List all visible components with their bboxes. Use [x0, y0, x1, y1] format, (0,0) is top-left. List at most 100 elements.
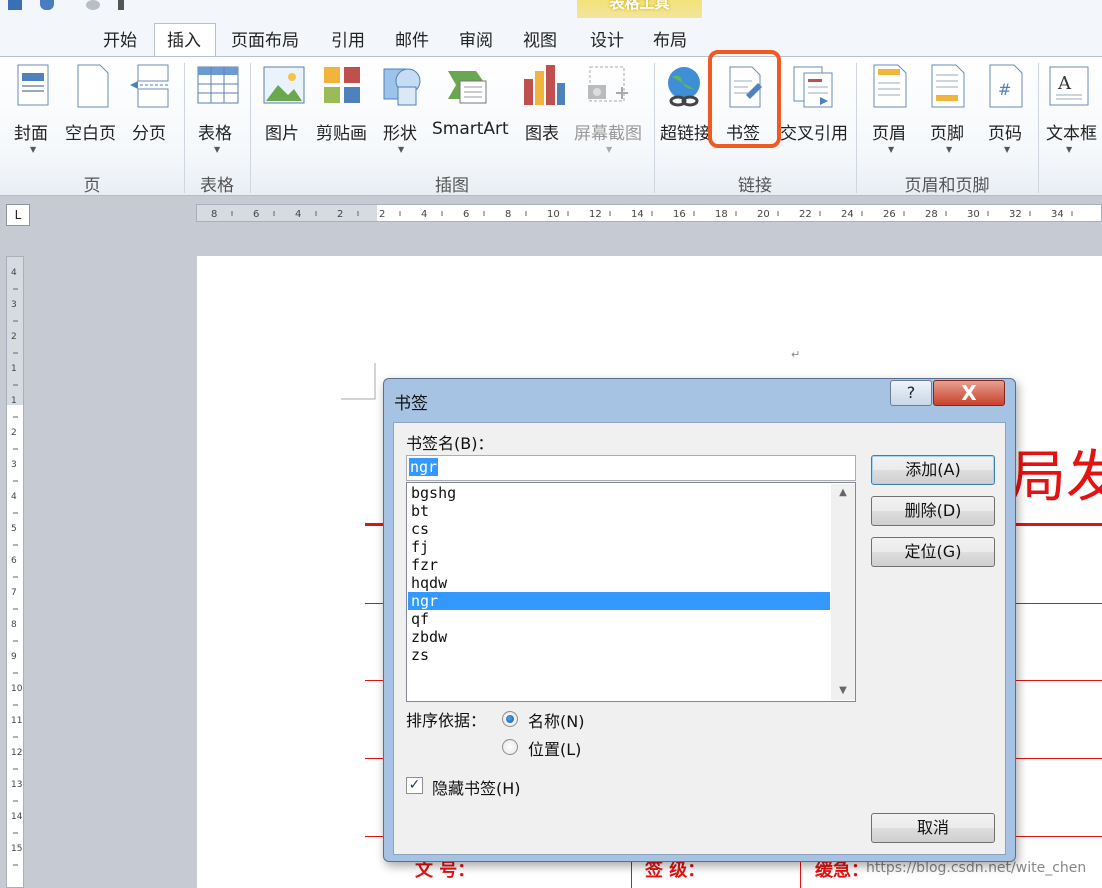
group-label-links: 链接: [738, 176, 772, 196]
sort-by-name-radio[interactable]: [502, 711, 518, 727]
ruler-tick-label: 18: [715, 209, 728, 220]
tab-insert[interactable]: 插入: [167, 26, 201, 51]
table-label: 表格: [198, 124, 232, 144]
ruler-tick-label: 12: [589, 209, 602, 220]
ribbon-tab-bar: 开始 插入 页面布局 引用 邮件 审阅 视图 设计 布局: [0, 18, 1102, 57]
group-separator: [1038, 63, 1039, 193]
red-rule: [1015, 680, 1102, 681]
hide-bookmarks-checkbox[interactable]: ✓: [406, 777, 423, 794]
page-break-icon: [128, 63, 172, 109]
document-title-fragment: 局发: [1010, 445, 1102, 510]
tab-mailings[interactable]: 邮件: [395, 26, 429, 51]
ruler-tick-label: 8: [11, 620, 17, 630]
redo-icon[interactable]: [86, 0, 100, 10]
delete-button[interactable]: 删除(D): [871, 496, 995, 526]
customize-qat-icon[interactable]: [118, 0, 124, 10]
clipart-label: 剪贴画: [316, 124, 367, 144]
bookmark-list-item[interactable]: bgshg: [408, 484, 830, 502]
svg-text:#: #: [998, 80, 1011, 99]
screenshot-label: 屏幕截图: [574, 124, 642, 144]
ruler-tick-label: 9: [11, 652, 17, 662]
chevron-down-icon: ▼: [1066, 145, 1073, 154]
tab-home[interactable]: 开始: [103, 26, 137, 51]
bookmark-list[interactable]: bgshg bt cs fj fzr hqdw ngr qf zbdw zs ▲ ▼: [406, 482, 856, 702]
ruler-tick-label: 8: [505, 209, 511, 220]
clipart-icon: [320, 63, 364, 109]
red-rule: [365, 836, 385, 837]
bookmark-list-item[interactable]: hqdw: [408, 574, 830, 592]
textbox-label: 文本框: [1046, 124, 1097, 144]
red-rule: [365, 523, 385, 526]
bookmark-name-input[interactable]: ngr: [406, 455, 856, 481]
sort-by-location-label[interactable]: 位置(L): [528, 736, 581, 760]
ruler-tick-label: 4: [421, 209, 427, 220]
ruler-tick-label: 28: [925, 209, 938, 220]
red-rule: [1015, 603, 1102, 604]
horizontal-ruler[interactable]: 8 6 4 2 2 4 6 8 10 12 14 16 18 20 22 24 26 28 30 32 34: [196, 204, 1102, 222]
ruler-tick-label: 20: [757, 209, 770, 220]
tab-design[interactable]: 设计: [590, 26, 624, 51]
ruler-tick-label: 11: [11, 716, 22, 726]
smartart-label: SmartArt: [432, 119, 509, 139]
group-label-illustrations: 插图: [435, 176, 469, 196]
vertical-ruler[interactable]: 4 3 2 1 1 2 3 4 5 6 7 8 9 10 11 12 13 14 15: [6, 256, 24, 888]
ruler-tick-label: 16: [673, 209, 686, 220]
group-label-tables: 表格: [200, 176, 234, 196]
list-scrollbar[interactable]: ▲ ▼: [831, 484, 855, 700]
svg-text:↵: ↵: [791, 348, 800, 361]
add-button[interactable]: 添加(A): [871, 455, 995, 485]
bookmark-name-label: 书签名(B)：: [406, 434, 494, 453]
footer-label: 页脚: [930, 124, 964, 144]
screenshot-icon: [586, 63, 630, 109]
save-icon[interactable]: [8, 0, 22, 10]
close-button[interactable]: X: [933, 380, 1005, 406]
ruler-tick-label: 14: [11, 812, 23, 822]
bookmark-list-item[interactable]: bt: [408, 502, 830, 520]
ruler-tick-label: 4: [11, 268, 17, 278]
tab-view[interactable]: 视图: [523, 26, 557, 51]
tab-references[interactable]: 引用: [331, 26, 365, 51]
chevron-down-icon: ▼: [888, 145, 895, 154]
hyperlink-label: 超链接: [660, 124, 711, 144]
cancel-button[interactable]: 取消: [871, 813, 995, 843]
tab-stop-selector[interactable]: L: [6, 204, 30, 226]
bookmark-list-item[interactable]: ngr: [408, 592, 830, 610]
ribbon-insert: 封面 ▼ 空白页 分页 页 表格 ▼ 表格 图片 剪贴画 形状 ▼ SmartA…: [0, 56, 1102, 196]
goto-button[interactable]: 定位(G): [871, 537, 995, 567]
ruler-tick-label: 2: [11, 332, 17, 342]
bookmark-list-item[interactable]: fzr: [408, 556, 830, 574]
ruler-tick-label: 10: [547, 209, 560, 220]
bookmark-list-item[interactable]: qf: [408, 610, 830, 628]
sort-by-location-radio[interactable]: [502, 739, 518, 755]
sort-by-name-label[interactable]: 名称(N): [528, 708, 584, 732]
ruler-tick-label: 12: [11, 748, 22, 758]
ruler-tick-label: 30: [967, 209, 980, 220]
red-rule: [365, 680, 385, 681]
chart-label: 图表: [525, 124, 559, 144]
bookmark-list-item[interactable]: zbdw: [408, 628, 830, 646]
picture-label: 图片: [265, 124, 299, 144]
scroll-up-icon[interactable]: ▲: [831, 484, 855, 502]
ruler-tick-label: 15: [11, 844, 22, 854]
tab-layout[interactable]: 布局: [653, 26, 687, 51]
group-label-pages: 页: [83, 176, 101, 196]
bookmark-list-item[interactable]: zs: [408, 646, 830, 664]
bookmark-list-item[interactable]: fj: [408, 538, 830, 556]
ruler-tick-label: 24: [841, 209, 854, 220]
footer-icon: [926, 63, 970, 109]
cross-reference-icon: [790, 63, 834, 109]
undo-icon[interactable]: [40, 0, 54, 10]
bookmark-name-value: ngr: [409, 458, 439, 476]
hide-bookmarks-label[interactable]: 隐藏书签(H): [432, 775, 521, 799]
chevron-down-icon: ▼: [398, 145, 405, 154]
chevron-down-icon: ▼: [946, 145, 953, 154]
bookmark-list-item[interactable]: cs: [408, 520, 830, 538]
tab-page-layout[interactable]: 页面布局: [231, 26, 299, 51]
red-rule: [365, 758, 385, 759]
help-button[interactable]: ?: [890, 380, 932, 406]
chart-icon: [522, 63, 566, 109]
ruler-tick-label: 8: [211, 209, 217, 220]
tab-review[interactable]: 审阅: [459, 26, 493, 51]
ruler-ticks: 8 6 4 2 2 4 6 8 10 12 14 16 18 20 22 24 26 28 30 32 34: [211, 209, 1073, 220]
scroll-down-icon[interactable]: ▼: [831, 682, 855, 700]
